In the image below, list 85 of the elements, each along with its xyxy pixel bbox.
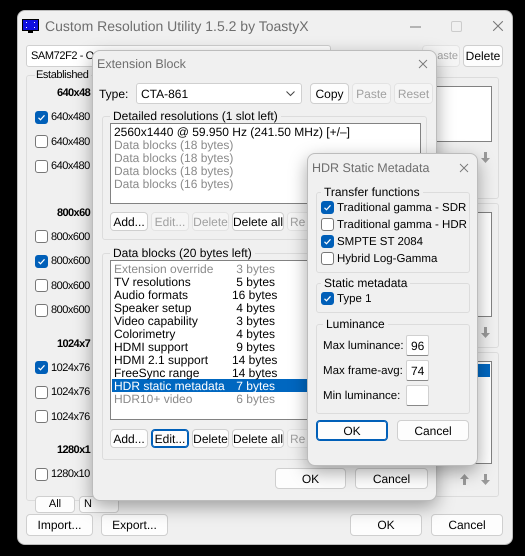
- checkbox-label: 1280x10: [51, 468, 90, 480]
- checkbox-label: 640x480: [51, 136, 90, 148]
- checkbox-label: 800x600: [51, 304, 90, 316]
- checkbox-label: 800x600: [51, 230, 90, 243]
- down-arrow-icon[interactable]: [481, 327, 490, 338]
- checkbox[interactable]: [35, 386, 48, 399]
- checkbox[interactable]: [35, 110, 48, 124]
- checkbox[interactable]: [321, 201, 334, 214]
- checkmark-icon: [323, 203, 332, 212]
- list-button[interactable]: Add...: [110, 429, 148, 448]
- checkbox[interactable]: [35, 279, 48, 292]
- group-title: Static metadata: [323, 276, 408, 290]
- group-title: Detailed resolutions (1 slot left): [112, 109, 279, 123]
- checkbox[interactable]: [321, 218, 334, 231]
- checkmark-icon: [323, 294, 332, 303]
- checkmark-icon: [323, 237, 332, 246]
- checkmark-icon: [37, 256, 46, 266]
- checkbox[interactable]: [321, 235, 334, 248]
- checkbox[interactable]: [35, 160, 48, 173]
- section-header: 640x48: [57, 87, 90, 99]
- list-button[interactable]: Delete all: [232, 429, 284, 448]
- checkbox-label: Hybrid Log-Gamma: [337, 252, 438, 264]
- checkbox-label: 640x480: [51, 160, 90, 172]
- close-icon[interactable]: [418, 59, 428, 69]
- resolution-row[interactable]: 2560x1440 @ 59.950 Hz (241.50 MHz) [+/–]: [112, 125, 419, 138]
- list-button[interactable]: Delete: [192, 429, 229, 448]
- up-arrow-icon[interactable]: [460, 474, 469, 485]
- chevron-down-icon: [286, 90, 295, 96]
- checkbox[interactable]: [35, 410, 48, 424]
- dialog-button[interactable]: Cancel: [355, 468, 428, 489]
- checkbox-label: Traditional gamma - SDR: [337, 202, 466, 214]
- section-header: 800x60: [57, 206, 90, 218]
- monitor-icon: [22, 18, 39, 34]
- checkbox-label: Type 1: [337, 292, 372, 304]
- type-button[interactable]: Copy: [310, 83, 349, 104]
- checkbox[interactable]: [35, 135, 48, 148]
- list-button[interactable]: Edit...: [151, 429, 189, 448]
- group-title: Transfer functions: [323, 185, 421, 199]
- select-button[interactable]: All: [35, 496, 75, 512]
- input-field[interactable]: 74: [406, 360, 429, 381]
- checkbox[interactable]: [35, 230, 48, 244]
- footer-button[interactable]: Import...: [26, 514, 93, 536]
- checkbox-label: 800x600: [51, 280, 90, 292]
- input-field[interactable]: 96: [406, 335, 429, 356]
- down-arrow-icon[interactable]: [481, 152, 490, 163]
- footer-button[interactable]: Cancel: [431, 514, 503, 536]
- type-label: Type:: [99, 86, 130, 100]
- group-title: Luminance: [325, 317, 386, 331]
- type-select[interactable]: CTA-861: [136, 83, 302, 104]
- checkbox[interactable]: [35, 304, 48, 317]
- list-button[interactable]: Add...: [110, 212, 148, 231]
- checkmark-icon: [37, 363, 46, 372]
- footer-button[interactable]: OK: [350, 514, 422, 536]
- field-label: Max luminance:: [323, 340, 404, 352]
- close-icon[interactable]: [459, 162, 469, 172]
- checkbox[interactable]: [35, 254, 48, 268]
- dialog-button[interactable]: OK: [275, 468, 346, 489]
- field-label: Min luminance:: [323, 390, 402, 402]
- input-field[interactable]: [406, 385, 429, 406]
- checkbox[interactable]: [321, 252, 334, 265]
- footer-button[interactable]: Export...: [101, 514, 168, 536]
- checkmark-icon: [37, 112, 46, 122]
- dialog-button[interactable]: Cancel: [397, 420, 469, 441]
- window-title: Custom Resolution Utility 1.5.2 by ToastyX: [45, 18, 310, 34]
- checkbox-label: Traditional gamma - HDR: [337, 218, 467, 230]
- section-header: 1280x1: [57, 444, 90, 456]
- field-label: Max frame-avg:: [323, 364, 404, 376]
- checkbox-label: 800x600: [51, 255, 90, 268]
- list-button[interactable]: Delete all: [232, 212, 284, 231]
- checkbox-label: 1024x76: [51, 362, 90, 374]
- checkbox-label: 1024x76: [51, 410, 90, 423]
- section-header: 1024x7: [57, 338, 90, 350]
- dialog-button[interactable]: OK: [316, 420, 388, 441]
- checkbox-label: 640x480: [51, 111, 90, 124]
- group-title: Data blocks (20 bytes left): [112, 246, 253, 260]
- toolbar-button[interactable]: Delete: [463, 45, 503, 67]
- checkbox[interactable]: [35, 468, 48, 481]
- checkbox-label: 1024x76: [51, 386, 90, 398]
- group-title: Established: [35, 69, 90, 81]
- close-icon[interactable]: [492, 20, 504, 32]
- dialog-title: Extension Block: [97, 57, 187, 71]
- checkbox-label: SMPTE ST 2084: [337, 236, 424, 248]
- checkbox[interactable]: [321, 292, 334, 305]
- checkbox[interactable]: [35, 361, 48, 374]
- down-arrow-icon[interactable]: [481, 474, 490, 485]
